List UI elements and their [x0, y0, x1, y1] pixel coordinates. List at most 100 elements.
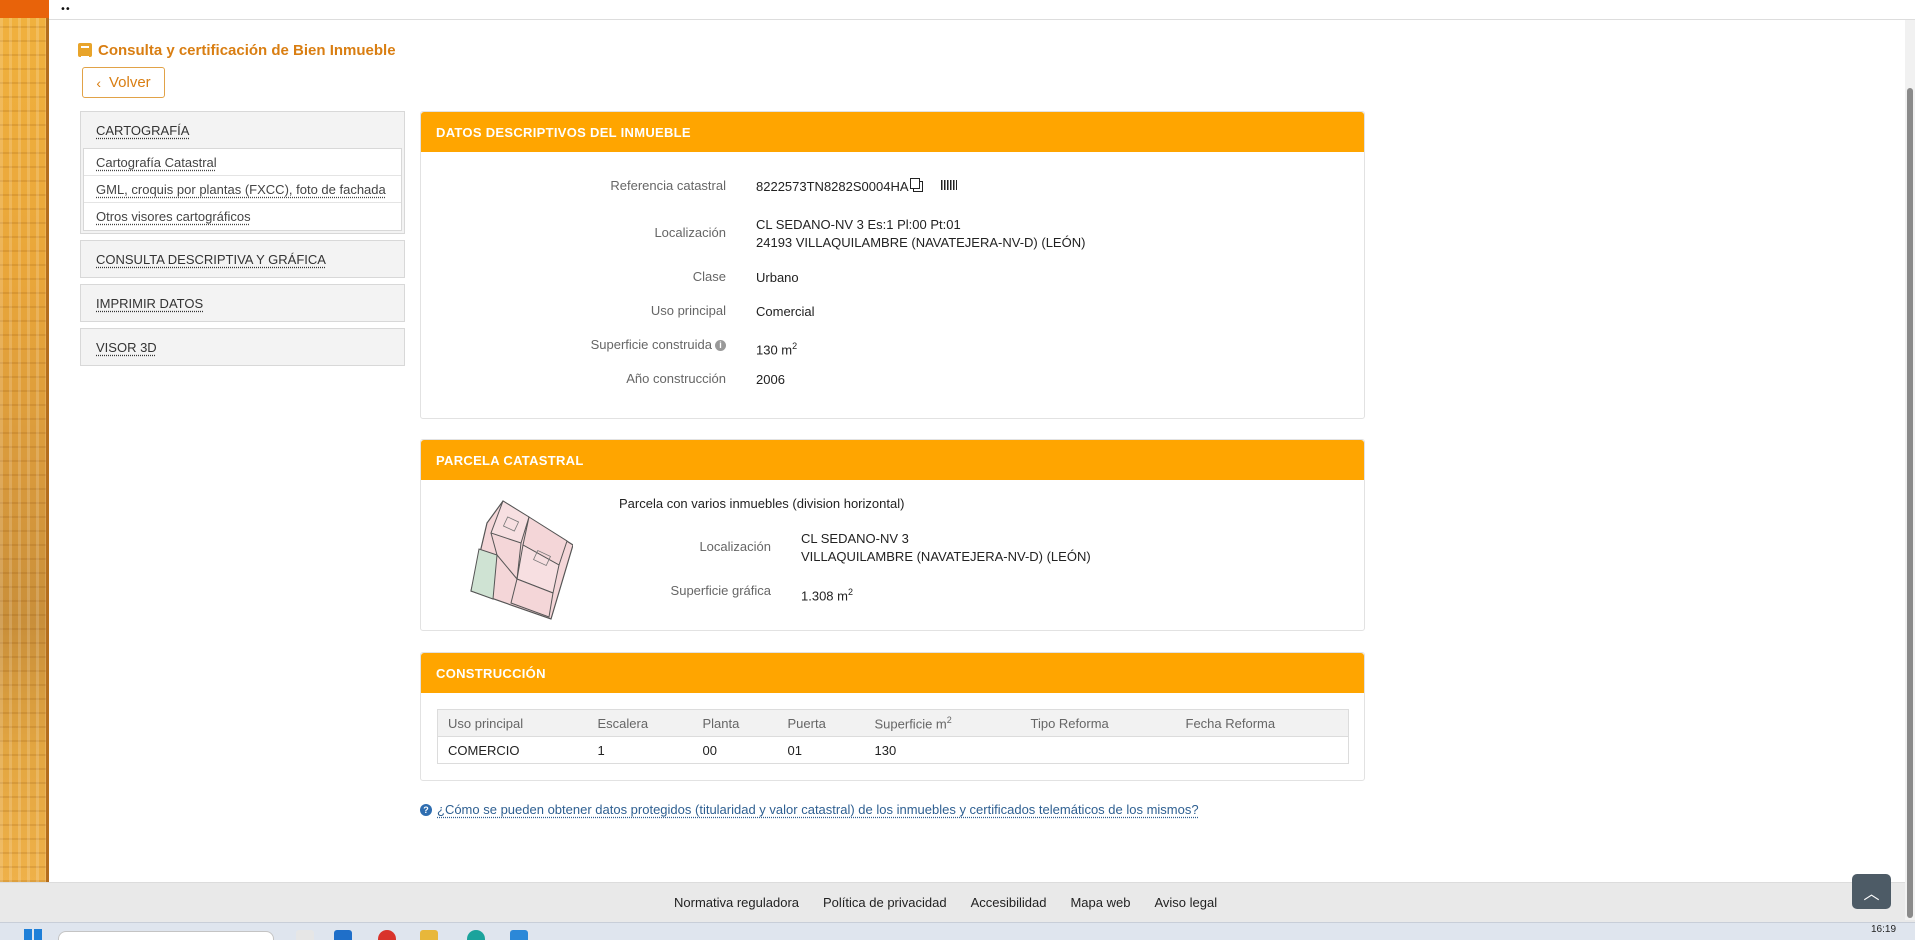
- label-parcela-superficie: Superficie gráfica: [421, 583, 771, 598]
- footer-link-normativa[interactable]: Normativa reguladora: [674, 895, 799, 910]
- chevron-left-icon: ‹: [96, 75, 101, 91]
- page-title-text: Consulta y certificación de Bien Inmuebl…: [98, 42, 396, 59]
- menu-section-visor: VISOR 3D: [80, 328, 405, 366]
- value-uso: Comercial: [756, 303, 1316, 321]
- taskbar-app-icon[interactable]: [296, 930, 314, 940]
- brand-accent-bar: [0, 0, 49, 18]
- referencia-value: 8222573TN8282S0004HA: [756, 179, 909, 194]
- footer-link-accesibilidad[interactable]: Accesibilidad: [971, 895, 1047, 910]
- barcode-icon[interactable]: [941, 180, 957, 192]
- top-dots: ••: [60, 4, 70, 15]
- back-button-label: Volver: [109, 74, 151, 91]
- cell-puerta: 01: [778, 737, 865, 764]
- menu-visor-3d[interactable]: VISOR 3D: [81, 329, 404, 365]
- question-icon: ?: [420, 804, 432, 816]
- label-parcela-localizacion: Localización: [421, 530, 771, 554]
- chevron-up-icon: ︿: [1863, 880, 1879, 904]
- label-clase: Clase: [421, 269, 726, 284]
- footer-links: Normativa reguladora Política de privaci…: [674, 895, 1217, 910]
- row-anio: Año construcción 2006: [421, 371, 726, 386]
- os-taskbar: 16:19: [0, 922, 1915, 940]
- footer-link-aviso-legal[interactable]: Aviso legal: [1154, 895, 1217, 910]
- superficie-value: 130 m: [756, 342, 792, 357]
- row-uso: Uso principal Comercial: [421, 303, 726, 318]
- row-clase: Clase Urbano: [421, 269, 726, 284]
- construccion-table: Uso principal Escalera Planta Puerta Sup…: [437, 709, 1349, 764]
- col-superficie: Superficie m2: [865, 710, 1021, 737]
- info-icon[interactable]: i: [715, 340, 726, 351]
- value-localizacion: CL SEDANO-NV 3 Es:1 Pl:00 Pt:01 24193 VI…: [756, 216, 1316, 252]
- page-scrollbar[interactable]: [1905, 20, 1915, 920]
- left-menu: CARTOGRAFÍA Cartografía Catastral GML, c…: [80, 111, 405, 372]
- cell-fecha-reforma: [1176, 737, 1349, 764]
- parcela-loc-line2: VILLAQUILAMBRE (NAVATEJERA-NV-D) (LEÓN): [801, 548, 1361, 566]
- menu-imprimir-datos[interactable]: IMPRIMIR DATOS: [81, 285, 404, 321]
- col-escalera: Escalera: [588, 710, 693, 737]
- submenu-cartografia: Cartografía Catastral GML, croquis por p…: [83, 148, 402, 231]
- label-uso: Uso principal: [421, 303, 726, 318]
- panel-construccion: CONSTRUCCIÓN Uso principal Escalera Plan…: [420, 652, 1365, 781]
- submenu-item-cartografia-catastral[interactable]: Cartografía Catastral: [84, 149, 401, 176]
- parcel-map-thumbnail[interactable]: [469, 499, 573, 623]
- folder-icon[interactable]: [420, 930, 438, 940]
- localizacion-line2: 24193 VILLAQUILAMBRE (NAVATEJERA-NV-D) (…: [756, 234, 1316, 252]
- col-superficie-sup: 2: [947, 715, 952, 725]
- label-localizacion: Localización: [421, 216, 726, 240]
- menu-section-consulta: CONSULTA DESCRIPTIVA Y GRÁFICA: [80, 240, 405, 278]
- col-fecha-reforma: Fecha Reforma: [1176, 710, 1349, 737]
- page-title: Consulta y certificación de Bien Inmuebl…: [78, 40, 396, 60]
- copy-icon[interactable]: [913, 181, 923, 192]
- taskbar-app-icon[interactable]: [510, 930, 528, 940]
- scrollbar-thumb[interactable]: [1907, 88, 1913, 918]
- decorative-side-image: [0, 18, 49, 882]
- chrome-icon[interactable]: [378, 930, 396, 940]
- menu-cartografia[interactable]: CARTOGRAFÍA: [81, 112, 404, 148]
- table-row: COMERCIO 1 00 01 130: [438, 737, 1349, 764]
- taskbar-search-box[interactable]: [58, 931, 274, 940]
- submenu-item-otros-visores[interactable]: Otros visores cartográficos: [84, 203, 401, 230]
- footer-link-mapa-web[interactable]: Mapa web: [1070, 895, 1130, 910]
- label-anio: Año construcción: [421, 371, 726, 386]
- menu-consulta-descriptiva[interactable]: CONSULTA DESCRIPTIVA Y GRÁFICA: [81, 241, 404, 277]
- superficie-unit-sup: 2: [792, 341, 797, 351]
- panel-datos-heading: DATOS DESCRIPTIVOS DEL INMUEBLE: [421, 112, 1364, 152]
- table-header-row: Uso principal Escalera Planta Puerta Sup…: [438, 710, 1349, 737]
- scroll-to-top-button[interactable]: ︿: [1852, 874, 1891, 909]
- taskbar-app-icon[interactable]: [467, 930, 485, 940]
- value-anio: 2006: [756, 371, 1316, 389]
- cell-tipo-reforma: [1021, 737, 1176, 764]
- panel-parcela-heading: PARCELA CATASTRAL: [421, 440, 1364, 480]
- row-referencia: Referencia catastral 8222573TN8282S0004H…: [421, 178, 726, 193]
- value-parcela-localizacion: CL SEDANO-NV 3 VILLAQUILAMBRE (NAVATEJER…: [801, 530, 1361, 566]
- help-link-datos-protegidos[interactable]: ? ¿Cómo se pueden obtener datos protegid…: [420, 802, 1199, 817]
- label-superficie-text: Superficie construida: [591, 337, 712, 352]
- cell-escalera: 1: [588, 737, 693, 764]
- taskbar-app-icon[interactable]: [334, 930, 352, 940]
- help-link-text: ¿Cómo se pueden obtener datos protegidos…: [437, 802, 1199, 817]
- cell-planta: 00: [693, 737, 778, 764]
- windows-start-icon[interactable]: [24, 929, 42, 940]
- col-tipo-reforma: Tipo Reforma: [1021, 710, 1176, 737]
- back-button[interactable]: ‹ Volver: [82, 67, 165, 98]
- footer-link-privacidad[interactable]: Política de privacidad: [823, 895, 947, 910]
- cell-superficie: 130: [865, 737, 1021, 764]
- col-puerta: Puerta: [778, 710, 865, 737]
- submenu-item-gml-croquis[interactable]: GML, croquis por plantas (FXCC), foto de…: [84, 176, 401, 203]
- row-parcela-localizacion: Localización CL SEDANO-NV 3 VILLAQUILAMB…: [421, 530, 771, 554]
- row-superficie: Superficie construida i 130 m2: [421, 337, 726, 352]
- menu-section-cartografia: CARTOGRAFÍA Cartografía Catastral GML, c…: [80, 111, 405, 234]
- footer: Normativa reguladora Política de privaci…: [0, 882, 1915, 922]
- label-superficie: Superficie construida i: [421, 337, 726, 352]
- row-localizacion: Localización CL SEDANO-NV 3 Es:1 Pl:00 P…: [421, 216, 726, 240]
- value-superficie: 130 m2: [756, 337, 1316, 359]
- document-icon: [78, 43, 92, 57]
- col-planta: Planta: [693, 710, 778, 737]
- value-parcela-superficie: 1.308 m2: [801, 583, 1361, 605]
- col-superficie-text: Superficie m: [875, 716, 947, 731]
- label-referencia: Referencia catastral: [421, 178, 726, 193]
- panel-parcela-catastral: PARCELA CATASTRAL Parcela con varios inm…: [420, 439, 1365, 631]
- panel-datos-descriptivos: DATOS DESCRIPTIVOS DEL INMUEBLE Referenc…: [420, 111, 1365, 419]
- parcela-loc-line1: CL SEDANO-NV 3: [801, 530, 1361, 548]
- parcela-superficie-unit-sup: 2: [848, 587, 853, 597]
- panel-construccion-heading: CONSTRUCCIÓN: [421, 653, 1364, 693]
